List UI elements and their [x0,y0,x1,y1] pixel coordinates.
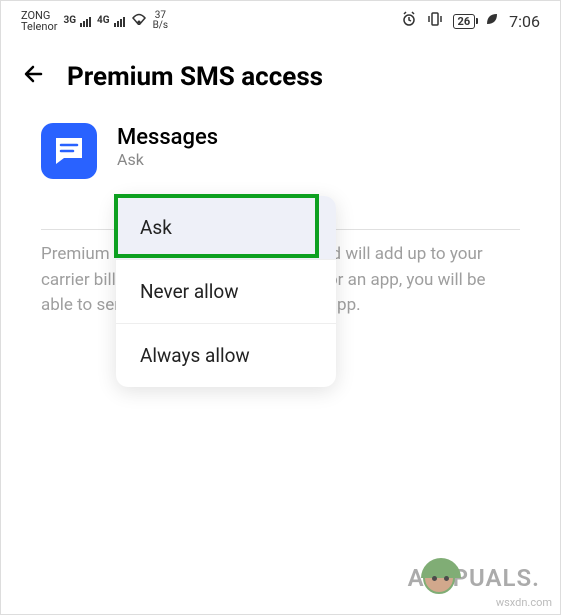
popup-option-label: Never allow [140,280,239,303]
status-bar: ZONG Telenor 3G 4G 37 B/s [1,1,560,41]
watermark-url: wsxdn.com [496,596,552,609]
app-permission-row[interactable]: Messages Ask [41,123,520,179]
page-title: Premium SMS access [67,62,323,92]
battery-level: 26 [458,15,471,28]
back-arrow-icon[interactable] [21,61,47,93]
signal-icon [80,17,91,27]
app-permission-status: Ask [117,150,218,169]
signal-icon [114,17,125,27]
wifi-icon [131,13,147,28]
alarm-icon [401,11,417,31]
vibrate-icon [427,11,443,31]
watermark-text: PUALS. [453,564,540,592]
popup-option-ask[interactable]: Ask [116,196,336,260]
messages-app-icon [41,123,97,179]
app-name: Messages [117,125,218,150]
watermark-logo: A PUALS. [408,562,540,594]
popup-option-always-allow[interactable]: Always allow [116,324,336,387]
header: Premium SMS access [1,41,560,103]
clock: 7:06 [509,12,540,31]
carrier-2: Telenor [21,21,57,32]
popup-option-label: Always allow [140,344,250,367]
data-speed-unit: B/s [153,21,169,31]
status-right: 26 7:06 [401,11,540,31]
battery-icon: 26 [453,14,476,29]
network-type-1: 3G [63,15,76,27]
watermark-mascot-icon [423,562,455,594]
status-left: ZONG Telenor 3G 4G 37 B/s [21,10,168,32]
leaf-icon [485,12,499,30]
popup-option-label: Ask [140,216,172,239]
popup-option-never-allow[interactable]: Never allow [116,260,336,324]
permission-popup-menu: Ask Never allow Always allow [116,196,336,387]
network-type-2: 4G [97,15,110,27]
